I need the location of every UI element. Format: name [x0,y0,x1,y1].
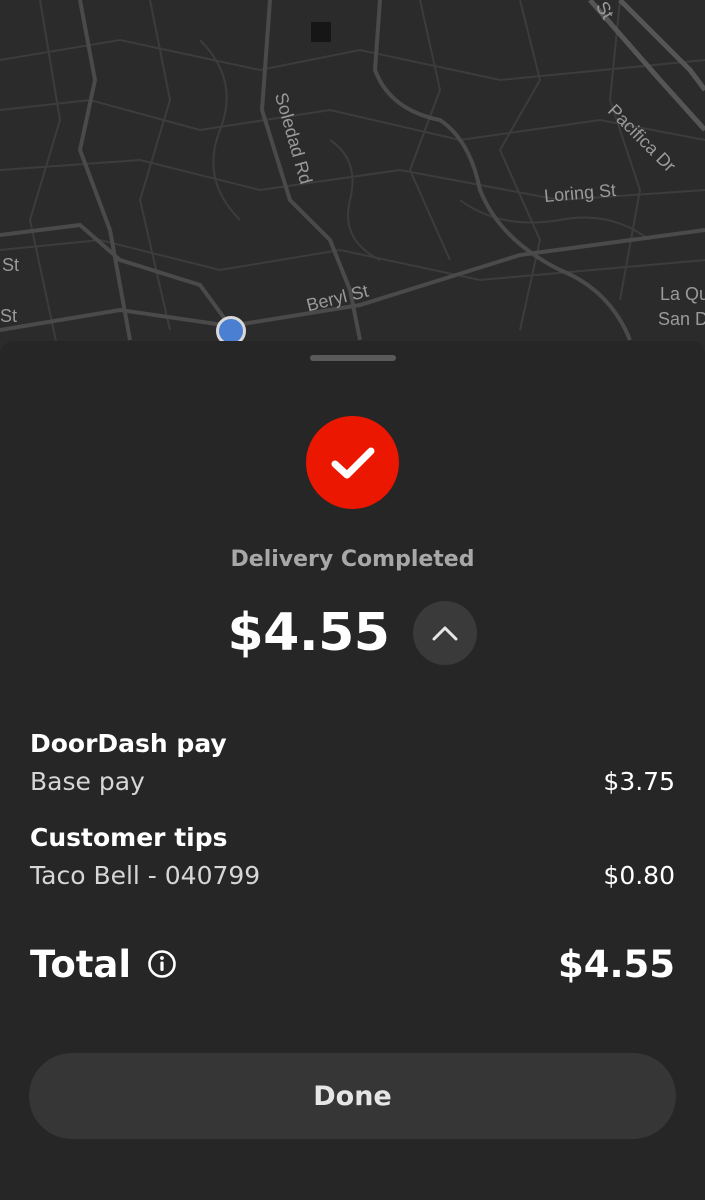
street-label: St [2,255,20,275]
done-button[interactable]: Done [29,1053,676,1139]
delivery-amount: $4.55 [227,603,390,663]
tip-merchant-label: Taco Bell - 040799 [30,861,261,890]
street-label: San D [658,309,705,329]
street-label: La Qu [660,284,705,304]
map-streets [0,0,705,360]
customer-tips-title: Customer tips [30,823,228,852]
delivery-summary-sheet: Delivery Completed $4.55 DoorDash pay Ba… [0,341,705,1200]
map-view[interactable]: Soledad Rd Beryl St Loring St Pacifica D… [0,0,705,360]
completed-badge [306,416,399,509]
drag-handle[interactable] [310,355,396,361]
total-row: Total $4.55 [30,939,675,989]
tip-value: $0.80 [603,861,675,890]
chevron-up-icon [432,626,458,641]
info-button[interactable] [147,949,177,979]
total-label: Total [30,942,132,986]
base-pay-label: Base pay [30,767,145,796]
total-value: $4.55 [557,942,675,986]
collapse-breakdown-button[interactable] [413,601,478,665]
base-pay-value: $3.75 [603,767,675,796]
info-icon [148,950,176,978]
street-label: St [0,306,18,326]
doordash-pay-title: DoorDash pay [30,729,227,758]
earnings-summary: $4.55 [0,597,705,669]
delivery-status: Delivery Completed [230,547,475,572]
total-label-group: Total [30,943,177,986]
check-icon [331,447,374,478]
